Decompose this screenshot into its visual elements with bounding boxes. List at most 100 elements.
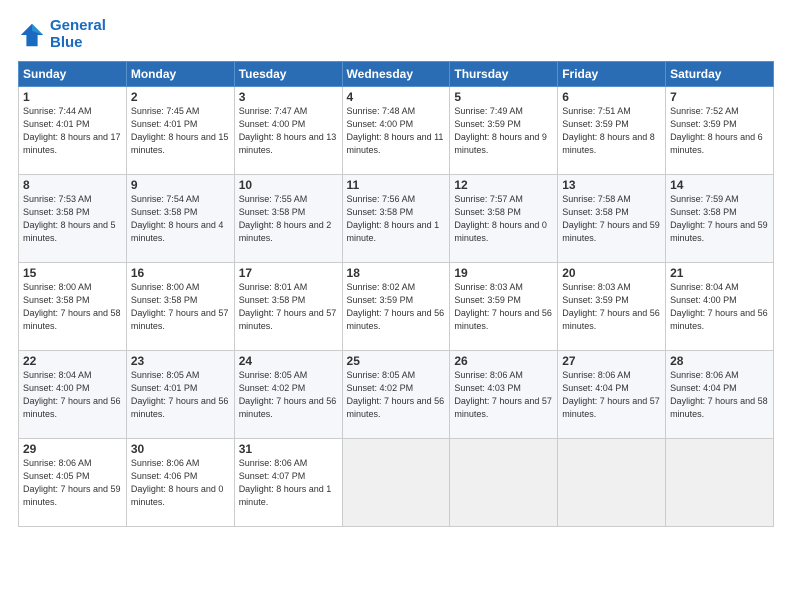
col-header-thursday: Thursday xyxy=(450,62,558,87)
col-header-monday: Monday xyxy=(126,62,234,87)
day-cell: 8 Sunrise: 7:53 AMSunset: 3:58 PMDaylight… xyxy=(19,175,127,263)
day-info: Sunrise: 8:03 AMSunset: 3:59 PMDaylight:… xyxy=(562,282,660,331)
day-cell: 30 Sunrise: 8:06 AMSunset: 4:06 PMDayligh… xyxy=(126,439,234,527)
day-info: Sunrise: 7:55 AMSunset: 3:58 PMDaylight:… xyxy=(239,194,332,243)
day-number: 16 xyxy=(131,266,230,280)
day-info: Sunrise: 8:06 AMSunset: 4:04 PMDaylight:… xyxy=(670,370,768,419)
day-cell: 26Sunrise: 8:06 AMSunset: 4:03 PMDayligh… xyxy=(450,351,558,439)
day-cell: 10 Sunrise: 7:55 AMSunset: 3:58 PMDayligh… xyxy=(234,175,342,263)
day-cell: 7Sunrise: 7:52 AMSunset: 3:59 PMDaylight… xyxy=(666,87,774,175)
day-cell: 15Sunrise: 8:00 AMSunset: 3:58 PMDayligh… xyxy=(19,263,127,351)
col-header-wednesday: Wednesday xyxy=(342,62,450,87)
day-cell: 2 Sunrise: 7:45 AMSunset: 4:01 PMDaylight… xyxy=(126,87,234,175)
day-info: Sunrise: 7:52 AMSunset: 3:59 PMDaylight:… xyxy=(670,106,763,155)
day-number: 28 xyxy=(670,354,769,368)
day-cell: 21 Sunrise: 8:04 AMSunset: 4:00 PMDayligh… xyxy=(666,263,774,351)
day-cell: 23 Sunrise: 8:05 AMSunset: 4:01 PMDayligh… xyxy=(126,351,234,439)
col-header-saturday: Saturday xyxy=(666,62,774,87)
day-number: 20 xyxy=(562,266,661,280)
day-number: 4 xyxy=(347,90,446,104)
day-cell: 11Sunrise: 7:56 AMSunset: 3:58 PMDayligh… xyxy=(342,175,450,263)
day-cell: 13Sunrise: 7:58 AMSunset: 3:58 PMDayligh… xyxy=(558,175,666,263)
day-number: 30 xyxy=(131,442,230,456)
day-number: 23 xyxy=(131,354,230,368)
day-number: 13 xyxy=(562,178,661,192)
day-cell: 25Sunrise: 8:05 AMSunset: 4:02 PMDayligh… xyxy=(342,351,450,439)
day-cell: 28 Sunrise: 8:06 AMSunset: 4:04 PMDayligh… xyxy=(666,351,774,439)
day-number: 24 xyxy=(239,354,338,368)
day-info: Sunrise: 8:01 AMSunset: 3:58 PMDaylight:… xyxy=(239,282,337,331)
day-number: 3 xyxy=(239,90,338,104)
week-row-2: 8 Sunrise: 7:53 AMSunset: 3:58 PMDaylight… xyxy=(19,175,774,263)
day-cell: 5 Sunrise: 7:49 AMSunset: 3:59 PMDaylight… xyxy=(450,87,558,175)
logo: General Blue xyxy=(18,18,106,51)
col-header-sunday: Sunday xyxy=(19,62,127,87)
day-cell: 29 Sunrise: 8:06 AMSunset: 4:05 PMDayligh… xyxy=(19,439,127,527)
day-cell: 18 Sunrise: 8:02 AMSunset: 3:59 PMDayligh… xyxy=(342,263,450,351)
day-cell: 16Sunrise: 8:00 AMSunset: 3:58 PMDayligh… xyxy=(126,263,234,351)
day-number: 19 xyxy=(454,266,553,280)
day-info: Sunrise: 8:05 AMSunset: 4:01 PMDaylight:… xyxy=(131,370,229,419)
day-info: Sunrise: 8:02 AMSunset: 3:59 PMDaylight:… xyxy=(347,282,445,331)
week-row-5: 29 Sunrise: 8:06 AMSunset: 4:05 PMDayligh… xyxy=(19,439,774,527)
day-cell: 31Sunrise: 8:06 AMSunset: 4:07 PMDayligh… xyxy=(234,439,342,527)
day-cell: 12 Sunrise: 7:57 AMSunset: 3:58 PMDayligh… xyxy=(450,175,558,263)
day-cell: 6 Sunrise: 7:51 AMSunset: 3:59 PMDaylight… xyxy=(558,87,666,175)
day-cell: 22 Sunrise: 8:04 AMSunset: 4:00 PMDayligh… xyxy=(19,351,127,439)
week-row-4: 22 Sunrise: 8:04 AMSunset: 4:00 PMDayligh… xyxy=(19,351,774,439)
day-info: Sunrise: 8:05 AMSunset: 4:02 PMDaylight:… xyxy=(239,370,337,419)
day-number: 1 xyxy=(23,90,122,104)
day-number: 8 xyxy=(23,178,122,192)
day-cell: 1 Sunrise: 7:44 AMSunset: 4:01 PMDaylight… xyxy=(19,87,127,175)
day-cell: 4 Sunrise: 7:48 AMSunset: 4:00 PMDaylight… xyxy=(342,87,450,175)
day-number: 22 xyxy=(23,354,122,368)
logo-icon xyxy=(18,21,46,49)
day-info: Sunrise: 8:06 AMSunset: 4:05 PMDaylight:… xyxy=(23,458,121,507)
day-info: Sunrise: 7:57 AMSunset: 3:58 PMDaylight:… xyxy=(454,194,547,243)
day-number: 9 xyxy=(131,178,230,192)
day-number: 2 xyxy=(131,90,230,104)
day-cell: 20 Sunrise: 8:03 AMSunset: 3:59 PMDayligh… xyxy=(558,263,666,351)
day-cell: 14Sunrise: 7:59 AMSunset: 3:58 PMDayligh… xyxy=(666,175,774,263)
col-header-friday: Friday xyxy=(558,62,666,87)
day-info: Sunrise: 7:51 AMSunset: 3:59 PMDaylight:… xyxy=(562,106,655,155)
day-cell xyxy=(342,439,450,527)
header: General Blue xyxy=(18,18,774,51)
day-info: Sunrise: 7:45 AMSunset: 4:01 PMDaylight:… xyxy=(131,106,229,155)
day-info: Sunrise: 7:59 AMSunset: 3:58 PMDaylight:… xyxy=(670,194,768,243)
day-number: 10 xyxy=(239,178,338,192)
col-header-tuesday: Tuesday xyxy=(234,62,342,87)
day-number: 17 xyxy=(239,266,338,280)
day-info: Sunrise: 8:04 AMSunset: 4:00 PMDaylight:… xyxy=(670,282,768,331)
day-cell xyxy=(450,439,558,527)
day-cell xyxy=(558,439,666,527)
page: General Blue SundayMondayTuesdayWednesda… xyxy=(0,0,792,612)
calendar-table: SundayMondayTuesdayWednesdayThursdayFrid… xyxy=(18,61,774,527)
day-number: 26 xyxy=(454,354,553,368)
day-info: Sunrise: 7:48 AMSunset: 4:00 PMDaylight:… xyxy=(347,106,444,155)
day-number: 6 xyxy=(562,90,661,104)
day-number: 12 xyxy=(454,178,553,192)
day-info: Sunrise: 7:53 AMSunset: 3:58 PMDaylight:… xyxy=(23,194,116,243)
day-cell: 9Sunrise: 7:54 AMSunset: 3:58 PMDaylight… xyxy=(126,175,234,263)
day-cell: 24 Sunrise: 8:05 AMSunset: 4:02 PMDayligh… xyxy=(234,351,342,439)
logo-text: General Blue xyxy=(50,18,106,51)
day-cell xyxy=(666,439,774,527)
day-number: 29 xyxy=(23,442,122,456)
day-info: Sunrise: 7:49 AMSunset: 3:59 PMDaylight:… xyxy=(454,106,547,155)
day-number: 5 xyxy=(454,90,553,104)
day-info: Sunrise: 8:06 AMSunset: 4:06 PMDaylight:… xyxy=(131,458,224,507)
day-number: 21 xyxy=(670,266,769,280)
calendar-header-row: SundayMondayTuesdayWednesdayThursdayFrid… xyxy=(19,62,774,87)
day-info: Sunrise: 7:47 AMSunset: 4:00 PMDaylight:… xyxy=(239,106,337,155)
week-row-1: 1 Sunrise: 7:44 AMSunset: 4:01 PMDaylight… xyxy=(19,87,774,175)
day-info: Sunrise: 7:44 AMSunset: 4:01 PMDaylight:… xyxy=(23,106,121,155)
day-number: 27 xyxy=(562,354,661,368)
day-info: Sunrise: 8:05 AMSunset: 4:02 PMDaylight:… xyxy=(347,370,445,419)
day-number: 18 xyxy=(347,266,446,280)
day-cell: 17 Sunrise: 8:01 AMSunset: 3:58 PMDayligh… xyxy=(234,263,342,351)
day-info: Sunrise: 7:56 AMSunset: 3:58 PMDaylight:… xyxy=(347,194,440,243)
day-info: Sunrise: 8:04 AMSunset: 4:00 PMDaylight:… xyxy=(23,370,121,419)
day-cell: 3 Sunrise: 7:47 AMSunset: 4:00 PMDaylight… xyxy=(234,87,342,175)
day-info: Sunrise: 8:06 AMSunset: 4:04 PMDaylight:… xyxy=(562,370,660,419)
